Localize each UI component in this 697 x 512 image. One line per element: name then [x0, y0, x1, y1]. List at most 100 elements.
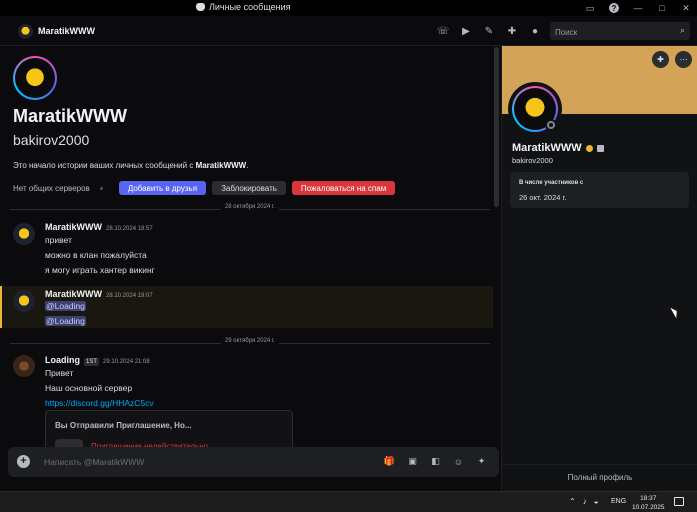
user-mention[interactable]: @Loading	[45, 301, 86, 311]
chat-bottom	[0, 477, 501, 491]
input-language[interactable]: ENG	[611, 498, 626, 505]
message-text: Наш основной сервер	[45, 383, 133, 393]
windows-taskbar: ⌃ ♪ ◒ ENG 18:37 10.07.2025	[0, 491, 697, 512]
invite-link[interactable]: https://discord.gg/HHAzC5cv	[45, 398, 154, 408]
intro-display-name: MaratikWWW	[13, 106, 127, 126]
message-text: привет	[45, 235, 72, 245]
message-group-highlighted: MaratikWWW 28.10.2024 19:07 @Loading @Lo…	[0, 286, 493, 328]
message-text: @Loading	[45, 301, 86, 311]
clock-date: 10.07.2025	[632, 504, 665, 511]
intro-history-text: Это начало истории ваших личных сообщени…	[13, 161, 248, 170]
profile-panel: ✚ ⋯ MaratikWWW bakirov2000 В числе участ…	[501, 46, 697, 491]
minimize-icon[interactable]: —	[631, 1, 645, 15]
more-options-icon[interactable]: ⋯	[675, 51, 692, 68]
notifications-icon[interactable]	[674, 497, 684, 506]
add-friend-button[interactable]: Добавить в друзья	[118, 181, 207, 195]
apps-icon[interactable]: ✦	[476, 456, 487, 467]
block-button[interactable]: Заблокировать	[212, 181, 286, 195]
profile-display-name: MaratikWWW	[512, 142, 582, 154]
invite-title: Вы Отправили Приглашение, Но...	[55, 421, 192, 430]
gif-icon[interactable]: ▣	[407, 456, 418, 467]
message-timestamp: 28.10.2024 19:07	[106, 293, 153, 299]
sticker-icon[interactable]: ◧	[430, 456, 441, 467]
maximize-icon[interactable]: □	[655, 1, 669, 15]
intro-username: bakirov2000	[13, 132, 90, 148]
intro-history-end: .	[246, 161, 249, 170]
header-toolbar: ☏ ▶ ✎ ✚ ●	[437, 25, 541, 37]
video-icon[interactable]: ▶	[460, 25, 472, 37]
message-text: я могу играть хантер викинг	[45, 265, 155, 275]
user-mention[interactable]: @Loading	[45, 316, 86, 326]
attach-plus-icon[interactable]: +	[17, 455, 30, 468]
chevron-up-icon[interactable]: ⌃	[569, 497, 576, 506]
message-group: MaratikWWW 28.10.2024 18:57 привет можно…	[0, 218, 493, 280]
status-offline-icon	[545, 119, 557, 131]
help-icon[interactable]: ?	[607, 1, 621, 15]
profile-separator	[502, 464, 697, 465]
window-controls: ▭ ? — □ ✕	[583, 1, 693, 15]
intro-history-name: MaratikWWW	[195, 161, 247, 170]
member-since-date: 26 окт. 2024 г.	[519, 193, 567, 202]
network-icon[interactable]: ◒	[594, 497, 599, 506]
message-author[interactable]: MaratikWWW	[45, 222, 102, 232]
clock[interactable]: 18:37 10.07.2025	[632, 494, 665, 512]
message-text: можно в клан пожалуйста	[45, 250, 147, 260]
date-divider-label: 28 октября 2024 г.	[220, 204, 280, 210]
message-composer: + 🎁 ▣ ◧ ☺ ✦	[8, 447, 499, 477]
system-tray: ⌃ ♪ ◒	[569, 497, 599, 506]
message-group: Loading 1ST 29.10.2024 21:08 Привет Наш …	[0, 351, 493, 411]
date-divider-label: 29 октября 2024 г.	[220, 338, 280, 344]
intro-actions: Нет общих серверов Добавить в друзья Заб…	[13, 181, 396, 195]
discord-logo-icon	[196, 3, 205, 11]
nitro-badge-icon[interactable]	[585, 144, 593, 152]
no-mutual-servers: Нет общих серверов	[13, 183, 90, 193]
message-author[interactable]: MaratikWWW	[45, 289, 102, 299]
message-avatar[interactable]	[13, 290, 35, 312]
invite-embed: Вы Отправили Приглашение, Но... Приглаше…	[45, 410, 293, 453]
header-avatar[interactable]	[18, 24, 33, 39]
volume-icon[interactable]: ♪	[583, 497, 587, 506]
window-titlebar: Личные сообщения ▭ ? — □ ✕	[0, 0, 697, 16]
window-title: Личные сообщения	[196, 2, 291, 12]
chat-scrollbar[interactable]	[494, 47, 499, 207]
add-friend-icon[interactable]: ✚	[652, 51, 669, 68]
intro-history-prefix: Это начало истории ваших личных сообщени…	[13, 161, 196, 170]
composer-toolbar: 🎁 ▣ ◧ ☺ ✦	[384, 456, 487, 467]
clock-time: 18:37	[640, 495, 657, 502]
message-input[interactable]	[44, 453, 344, 471]
clan-tag-badge[interactable]: 1ST	[84, 358, 100, 366]
message-avatar[interactable]	[13, 355, 35, 377]
search-box: ⌕	[550, 22, 690, 42]
gift-icon[interactable]: 🎁	[384, 456, 395, 467]
close-icon[interactable]: ✕	[679, 1, 693, 15]
message-timestamp: 28.10.2024 18:57	[106, 226, 153, 232]
intro-avatar[interactable]	[13, 56, 57, 100]
pin-icon[interactable]: ✎	[483, 25, 495, 37]
member-since-label: В числе участников с	[519, 180, 584, 186]
inbox-icon[interactable]: ▭	[583, 1, 597, 15]
separator-dot	[99, 186, 103, 190]
profile-name-row: MaratikWWW	[512, 142, 604, 154]
message-text: @Loading	[45, 316, 86, 326]
profile-toggle-icon[interactable]: ●	[529, 25, 541, 37]
window-title-text: Личные сообщения	[209, 2, 291, 12]
phone-icon[interactable]: ☏	[437, 25, 450, 37]
search-input[interactable]	[550, 23, 670, 42]
message-header: Loading 1ST 29.10.2024 21:08	[45, 355, 150, 366]
message-avatar[interactable]	[13, 223, 35, 245]
full-profile-link[interactable]: Полный профиль	[502, 473, 697, 482]
message-header: MaratikWWW 28.10.2024 19:07	[45, 289, 153, 299]
member-since-card: В числе участников с 26 окт. 2024 г.	[510, 172, 689, 208]
note-icon[interactable]	[596, 144, 604, 152]
message-timestamp: 29.10.2024 21:08	[103, 359, 150, 365]
emoji-icon[interactable]: ☺	[453, 456, 464, 467]
add-friend-icon[interactable]: ✚	[506, 25, 518, 37]
message-text: Привет	[45, 368, 74, 378]
profile-username: bakirov2000	[512, 156, 553, 165]
report-spam-button[interactable]: Пожаловаться на спам	[291, 181, 396, 195]
message-header: MaratikWWW 28.10.2024 18:57	[45, 222, 153, 232]
dm-header: MaratikWWW ☏ ▶ ✎ ✚ ● ⌕	[0, 16, 697, 46]
message-author[interactable]: Loading	[45, 355, 80, 365]
date-divider: 29 октября 2024 г.	[10, 338, 490, 344]
header-name[interactable]: MaratikWWW	[38, 26, 95, 36]
